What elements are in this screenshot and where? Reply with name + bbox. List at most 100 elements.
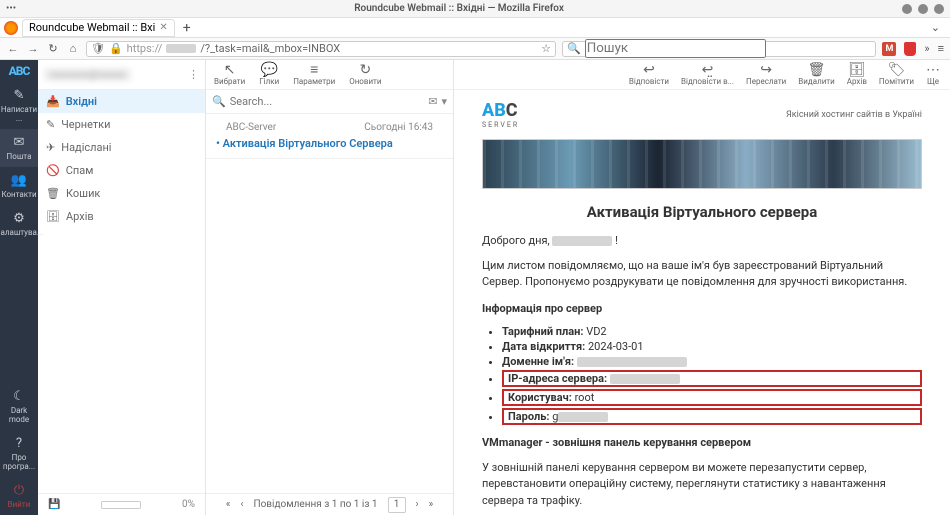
page-first-button[interactable]: « [226, 499, 231, 510]
message-search-bar: 🔍 ✉ ▾ [206, 90, 453, 114]
account-menu-icon[interactable]: ⋮ [188, 68, 199, 81]
recipient-name-masked [552, 236, 612, 246]
win-close-icon[interactable] [934, 4, 944, 14]
browser-tab[interactable]: Roundcube Webmail :: Вхі ✕ [22, 19, 175, 37]
account-header: xxxxxxx@xxxxx ⋮ [38, 60, 205, 90]
folder-trash[interactable]: 🗑Кошик [38, 182, 205, 205]
moon-icon: ☾ [13, 389, 25, 404]
btn-more[interactable]: ⋯Ще [926, 64, 940, 86]
drafts-icon: ✎ [46, 118, 55, 131]
reply-icon: ↩ [643, 64, 655, 76]
win-min-icon[interactable] [902, 4, 912, 14]
url-path: /?_task=mail&_mbox=INBOX [200, 42, 340, 55]
os-menu-dots[interactable]: ••• [6, 3, 16, 14]
more-icon: ⋯ [926, 64, 940, 76]
extensions-icon[interactable]: » [924, 42, 929, 55]
delete-icon: 🗑 [808, 64, 826, 76]
msg-subject: Активація Віртуального Сервера [223, 137, 393, 150]
btn-select[interactable]: ↖Вибрати [214, 64, 245, 86]
val-date: 2024-03-01 [588, 340, 644, 353]
val-user: root [575, 391, 595, 404]
btn-refresh[interactable]: ↻Оновити [349, 64, 381, 86]
nav-about[interactable]: ? Про програ... [0, 430, 38, 477]
archive-icon: 🗄 [46, 210, 60, 223]
folder-column: xxxxxxx@xxxxx ⋮ 📥Вхідні ✎Чернетки ✈Надіс… [38, 60, 206, 515]
message-item[interactable]: ABC-Server Сьогодні 16:43 • Активація Ві… [206, 114, 453, 159]
nav-compose[interactable]: ✎ Написати ... [0, 82, 38, 129]
firefox-icon[interactable] [4, 21, 18, 35]
tabs-dropdown-icon[interactable]: ⌄ [931, 21, 946, 34]
nav-contacts[interactable]: 👥 Контакти [0, 167, 38, 205]
section-server-info: Інформація про сервер [482, 301, 922, 318]
os-titlebar: ••• Roundcube Webmail :: Вхідні — Mozill… [0, 0, 950, 18]
page-prev-button[interactable]: ‹ [240, 499, 243, 510]
btn-threads[interactable]: 💬Гілки [259, 64, 279, 86]
nav-logout[interactable]: ⏻ Вийти [0, 477, 38, 515]
folder-junk[interactable]: 🚫Спам [38, 159, 205, 182]
account-email-masked: xxxxxxx@xxxxx [44, 68, 131, 81]
folder-drafts[interactable]: ✎Чернетки [38, 113, 205, 136]
btn-archive[interactable]: 🗄Архів [847, 64, 867, 86]
archive-icon: 🗄 [848, 64, 866, 76]
nav-back-button[interactable]: ← [6, 42, 20, 55]
browser-search-input[interactable]: 🔍 [562, 41, 876, 57]
contacts-icon: 👥 [11, 173, 27, 188]
star-icon[interactable]: ☆ [541, 42, 551, 55]
url-host-masked [166, 44, 196, 53]
val-pass-masked [558, 412, 608, 422]
btn-reply[interactable]: ↩Відповісти [629, 64, 669, 86]
hamburger-icon[interactable]: ≡ [938, 42, 944, 55]
chevron-down-icon[interactable]: ▾ [441, 95, 447, 108]
gmail-icon[interactable]: M [882, 42, 896, 56]
list-toolbar: ↖Вибрати 💬Гілки ≡Параметри ↻Оновити [206, 60, 453, 90]
search-icon: 🔍 [567, 42, 581, 55]
btn-options[interactable]: ≡Параметри [293, 64, 335, 86]
new-tab-button[interactable]: + [179, 20, 195, 36]
nav-settings[interactable]: ⚙ Налаштува... [0, 205, 38, 243]
email-body: ABCSERVER Якісний хостинг сайтів в Украї… [454, 90, 950, 515]
folder-footer: 💾 0% [38, 493, 205, 515]
btn-replyall[interactable]: ↩̤Відповісти в... [681, 64, 734, 86]
tab-title: Roundcube Webmail :: Вхі [29, 21, 155, 34]
page-number[interactable]: 1 [388, 497, 406, 513]
reading-pane: ↩Відповісти ↩̤Відповісти в... ↪Переслати… [454, 60, 950, 515]
reading-toolbar: ↩Відповісти ↩̤Відповісти в... ↪Переслати… [454, 60, 950, 90]
forward-icon: ↪ [760, 64, 772, 76]
win-max-icon[interactable] [918, 4, 928, 14]
sent-icon: ✈ [46, 141, 55, 154]
app-logo: ABC [0, 60, 38, 82]
tab-close-icon[interactable]: ✕ [159, 22, 167, 33]
message-search-input[interactable] [230, 95, 425, 108]
btn-mark[interactable]: 🏷Помітити [879, 64, 914, 86]
folder-inbox[interactable]: 📥Вхідні [38, 90, 205, 113]
info-icon: ? [16, 436, 22, 451]
email-greeting: Доброго дня, [482, 234, 550, 247]
nav-darkmode[interactable]: ☾ Dark mode [0, 383, 38, 430]
email-sender-logo: ABCSERVER [482, 100, 519, 129]
ublock-icon[interactable] [904, 42, 916, 56]
lock-icon: 🔒 [109, 42, 123, 55]
email-hero-image [482, 139, 922, 189]
folder-archive[interactable]: 🗄Архів [38, 205, 205, 228]
nav-mail[interactable]: ✉ Пошта [0, 129, 38, 167]
page-next-button[interactable]: › [416, 499, 419, 510]
nav-forward-button[interactable]: → [26, 42, 40, 55]
nav-reload-button[interactable]: ↻ [46, 42, 60, 55]
address-bar: ← → ↻ ⌂ 🛡 🔒 https:// /?_task=mail&_mbox=… [0, 38, 950, 60]
url-input[interactable]: 🛡 🔒 https:// /?_task=mail&_mbox=INBOX ☆ [86, 41, 556, 57]
page-last-button[interactable]: » [429, 499, 434, 510]
cursor-icon: ↖ [224, 64, 236, 76]
btn-delete[interactable]: 🗑Видалити [798, 64, 835, 86]
val-ip-masked [610, 374, 680, 384]
mail-icon: ✉ [14, 135, 25, 150]
list-footer: « ‹ Повідомлення з 1 по 1 із 1 1 › » [206, 493, 453, 515]
folder-sent[interactable]: ✈Надіслані [38, 136, 205, 159]
list-status: Повідомлення з 1 по 1 із 1 [253, 499, 377, 510]
sliders-icon: ≡ [310, 64, 318, 76]
search-scope-icon[interactable]: ✉ [428, 95, 437, 108]
email-tagline: Якісний хостинг сайтів в Україні [786, 110, 922, 120]
search-field[interactable] [585, 39, 766, 58]
btn-forward[interactable]: ↪Переслати [746, 64, 786, 86]
email-p1: Цим листом повідомляємо, що на ваше ім'я… [482, 258, 922, 291]
nav-home-button[interactable]: ⌂ [66, 42, 80, 55]
